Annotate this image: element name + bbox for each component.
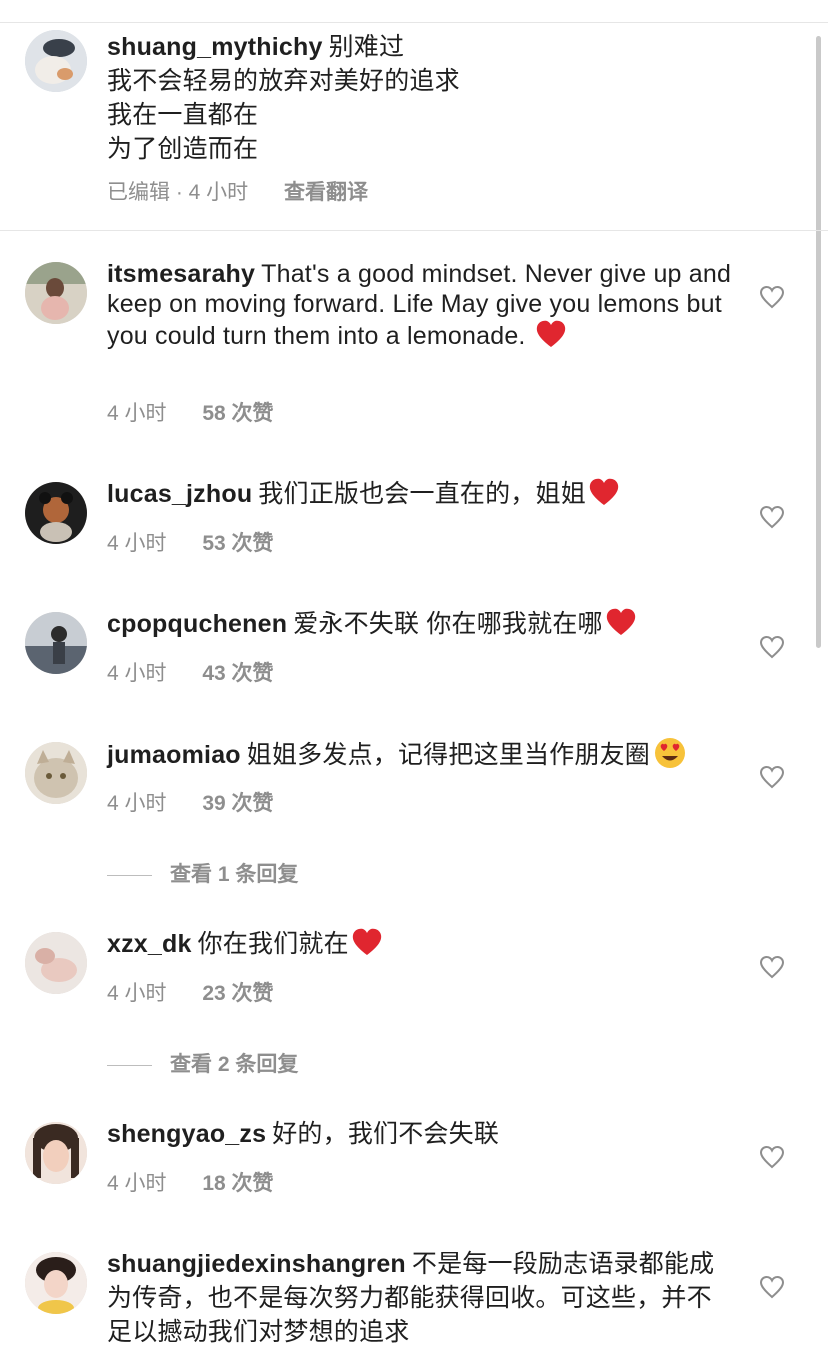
comment-text: shuang_mythichy 别难过 我不会轻易的放弃对美好的追求 我在一直都在…: [107, 30, 727, 166]
like-count[interactable]: 23 次赞: [202, 982, 273, 1005]
comment-text: shengyao_zs 好的，我们不会失联: [107, 1117, 727, 1151]
like-count[interactable]: 18 次赞: [202, 1172, 273, 1195]
view-replies-label: 查看 1 条回复: [170, 863, 299, 886]
username[interactable]: shuang_mythichy: [107, 33, 323, 61]
view-replies-label: 查看 2 条回复: [170, 1053, 299, 1076]
avatar[interactable]: [25, 30, 87, 92]
avatar-image: [25, 1122, 87, 1184]
comment-body: 姐姐多发点，记得把这里当作朋友圈: [246, 741, 650, 769]
comment-time: 4 小时: [107, 1172, 167, 1195]
red-heart-emoji-icon: [536, 320, 565, 347]
avatar[interactable]: [25, 1252, 87, 1314]
avatar[interactable]: [25, 482, 87, 544]
comment-text: shuangjiedexinshangren 不是每一段励志语录都能成为传奇，也不…: [107, 1247, 727, 1349]
comment-meta: 4 小时 23 次赞: [107, 977, 304, 1007]
username[interactable]: shuangjiedexinshangren: [107, 1250, 406, 1278]
like-heart-icon[interactable]: [759, 285, 785, 309]
avatar-image: [25, 742, 87, 804]
view-replies-button[interactable]: 查看 2 条回复: [107, 1048, 298, 1078]
avatar-image: [25, 30, 87, 92]
avatar-image: [25, 932, 87, 994]
like-heart-icon[interactable]: [759, 955, 785, 979]
view-replies-button[interactable]: 查看 1 条回复: [107, 858, 298, 888]
avatar[interactable]: [25, 1122, 87, 1184]
avatar[interactable]: [25, 612, 87, 674]
like-count[interactable]: 43 次赞: [202, 662, 273, 685]
red-heart-emoji-icon: [606, 608, 635, 635]
comment-line: 为了创造而在: [107, 135, 259, 163]
like-count[interactable]: 53 次赞: [202, 532, 273, 555]
avatar-image: [25, 1252, 87, 1314]
comment-body: 你在我们就在: [197, 930, 349, 958]
username[interactable]: lucas_jzhou: [107, 480, 252, 508]
comment-meta: 4 小时 43 次赞: [107, 657, 304, 687]
top-divider: [0, 22, 828, 23]
comment-meta: 4 小时 53 次赞: [107, 527, 304, 557]
like-heart-icon[interactable]: [759, 765, 785, 789]
heart-eyes-emoji-icon: [654, 738, 685, 768]
caption-divider: [0, 230, 828, 231]
like-heart-icon[interactable]: [759, 1145, 785, 1169]
scrollbar[interactable]: [816, 36, 821, 648]
comment-body: 好的，我们不会失联: [272, 1120, 500, 1148]
comment-line: 我在一直都在: [107, 101, 259, 129]
like-heart-icon[interactable]: [759, 635, 785, 659]
comment-body: 我们正版也会一直在的，姐姐: [258, 480, 586, 508]
like-count[interactable]: 39 次赞: [202, 792, 273, 815]
replies-line: [107, 874, 152, 876]
replies-line: [107, 1064, 152, 1066]
edited-time: 已编辑 · 4 小时: [107, 181, 249, 204]
avatar[interactable]: [25, 742, 87, 804]
comment-text: itsmesarahy That's a good mindset. Never …: [107, 259, 747, 351]
comment-time: 4 小时: [107, 532, 167, 555]
comment-time: 4 小时: [107, 402, 167, 425]
red-heart-emoji-icon: [352, 928, 381, 955]
username[interactable]: jumaomiao: [107, 741, 241, 769]
comment-text: xzx_dk 你在我们就在: [107, 927, 727, 961]
comment-line: 别难过: [328, 33, 405, 61]
avatar[interactable]: [25, 932, 87, 994]
comment-time: 4 小时: [107, 982, 167, 1005]
comment-meta: 4 小时 39 次赞: [107, 787, 304, 817]
username[interactable]: itsmesarahy: [107, 260, 255, 288]
translate-link[interactable]: 查看翻译: [284, 181, 368, 204]
username[interactable]: cpopquchenen: [107, 610, 287, 638]
like-heart-icon[interactable]: [759, 505, 785, 529]
red-heart-emoji-icon: [589, 478, 619, 505]
comment-meta: 4 小时 18 次赞: [107, 1167, 304, 1197]
comment-line: 我不会轻易的放弃对美好的追求: [107, 67, 460, 95]
username[interactable]: shengyao_zs: [107, 1120, 266, 1148]
comment-text: jumaomiao 姐姐多发点，记得把这里当作朋友圈: [107, 737, 727, 772]
comment-meta: 已编辑 · 4 小时 查看翻译: [107, 176, 398, 206]
comment-meta: 4 小时 58 次赞: [107, 397, 304, 427]
comment-time: 4 小时: [107, 662, 167, 685]
like-count[interactable]: 58 次赞: [202, 402, 273, 425]
avatar[interactable]: [25, 262, 87, 324]
comment-time: 4 小时: [107, 792, 167, 815]
username[interactable]: xzx_dk: [107, 930, 192, 958]
avatar-image: [25, 612, 87, 674]
avatar-image: [25, 262, 87, 324]
comment-text: lucas_jzhou 我们正版也会一直在的，姐姐: [107, 477, 727, 511]
like-heart-icon[interactable]: [759, 1275, 785, 1299]
avatar-image: [25, 482, 87, 544]
comment-text: cpopquchenen 爱永不失联 你在哪我就在哪: [107, 607, 727, 641]
comment-body: 爱永不失联 你在哪我就在哪: [293, 610, 603, 638]
